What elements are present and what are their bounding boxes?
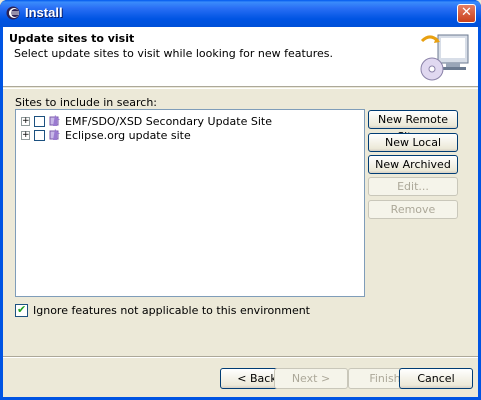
remove-button[interactable]: Remove xyxy=(368,200,458,219)
eclipse-icon xyxy=(6,6,20,20)
site-checkbox-eclipse[interactable] xyxy=(34,129,45,141)
sites-tree[interactable]: + EMF/SDO/XSD Secondary Update Site + Ec… xyxy=(15,109,365,297)
close-button[interactable]: ✕ xyxy=(457,4,476,23)
site-row-eclipse[interactable]: + Eclipse.org update site xyxy=(21,128,191,142)
new-archived-site-button[interactable]: New Archived Site... xyxy=(368,155,458,188)
new-remote-site-button[interactable]: New Remote Site... xyxy=(368,110,458,143)
new-local-site-button[interactable]: New Local Site... xyxy=(368,133,458,166)
ignore-features-label: Ignore features not applicable to this e… xyxy=(33,304,310,317)
update-site-icon xyxy=(49,115,60,126)
banner-title: Update sites to visit xyxy=(9,32,135,45)
expand-icon[interactable]: + xyxy=(21,116,30,126)
ignore-features-option[interactable]: Ignore features not applicable to this e… xyxy=(15,303,310,317)
install-dialog: Install ✕ Update sites to visit Select u… xyxy=(0,0,481,400)
sites-list-label: Sites to include in search: xyxy=(15,96,158,109)
banner-separator xyxy=(3,88,478,89)
ignore-features-checkbox[interactable] xyxy=(15,303,28,317)
wizard-banner: Update sites to visit Select update site… xyxy=(3,27,478,87)
close-icon: ✕ xyxy=(461,5,472,20)
cancel-button[interactable]: Cancel xyxy=(399,368,473,389)
title-bar[interactable]: Install ✕ xyxy=(0,0,481,27)
install-wizard-icon xyxy=(420,34,469,81)
next-button[interactable]: Next > xyxy=(274,368,348,389)
site-label-emf: EMF/SDO/XSD Secondary Update Site xyxy=(65,114,272,128)
site-label-eclipse: Eclipse.org update site xyxy=(65,128,191,142)
edit-button[interactable]: Edit... xyxy=(368,177,458,196)
site-checkbox-emf[interactable] xyxy=(34,115,45,127)
update-site-icon xyxy=(49,129,60,140)
site-row-emf[interactable]: + EMF/SDO/XSD Secondary Update Site xyxy=(21,114,272,128)
window-title: Install xyxy=(25,5,63,20)
dialog-body: Update sites to visit Select update site… xyxy=(3,27,478,397)
expand-icon[interactable]: + xyxy=(21,130,30,140)
footer-separator xyxy=(3,356,478,358)
banner-description: Select update sites to visit while looki… xyxy=(14,47,334,60)
